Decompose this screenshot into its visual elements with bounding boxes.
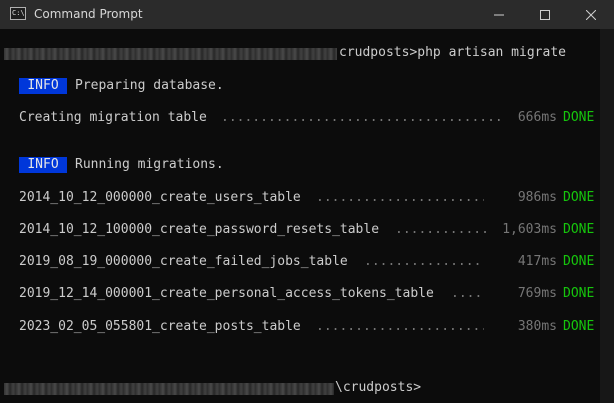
redacted-path bbox=[4, 383, 334, 395]
leader-dots: .............................. bbox=[316, 319, 484, 334]
info-message: Preparing database. bbox=[75, 78, 224, 93]
window-title: Command Prompt bbox=[34, 7, 143, 21]
info-badge: INFO bbox=[19, 78, 67, 94]
setup-step-line: Creating migration table ...............… bbox=[0, 109, 600, 127]
redacted-path bbox=[4, 48, 337, 60]
migration-duration: 1,603ms bbox=[502, 222, 557, 237]
minimize-button[interactable] bbox=[476, 0, 522, 29]
migration-status: DONE bbox=[563, 286, 595, 301]
step-name: Creating migration table bbox=[19, 110, 207, 125]
migration-duration: 986ms bbox=[517, 190, 557, 205]
cmd-icon: C:\ bbox=[10, 7, 26, 20]
close-button[interactable] bbox=[568, 0, 614, 29]
migration-name: 2014_10_12_000000_create_users_table bbox=[19, 190, 301, 205]
maximize-icon bbox=[540, 9, 550, 20]
migration-status: DONE bbox=[563, 190, 595, 205]
title-bar[interactable]: C:\ Command Prompt bbox=[0, 0, 614, 29]
maximize-button[interactable] bbox=[522, 0, 568, 29]
info-line-running: INFO Running migrations. bbox=[0, 156, 600, 174]
info-line-preparing: INFO Preparing database. bbox=[0, 77, 600, 95]
migration-duration: 417ms bbox=[517, 254, 557, 269]
migration-row: 2014_10_12_000000_create_users_table ...… bbox=[0, 189, 600, 207]
prompt-text: \crudposts> bbox=[335, 380, 422, 395]
migration-status: DONE bbox=[563, 319, 595, 334]
step-status: DONE bbox=[563, 110, 595, 125]
close-icon bbox=[586, 9, 596, 20]
migration-status: DONE bbox=[563, 222, 595, 237]
migration-row: 2014_10_12_100000_create_password_resets… bbox=[0, 221, 600, 239]
terminal-output[interactable]: crudposts>php artisan migrate INFO Prepa… bbox=[0, 29, 600, 403]
migration-name: 2019_12_14_000001_create_personal_access… bbox=[19, 286, 434, 301]
minimize-icon bbox=[494, 14, 504, 15]
migration-duration: 769ms bbox=[517, 286, 557, 301]
migration-name: 2019_08_19_000000_create_failed_jobs_tab… bbox=[19, 254, 348, 269]
leader-dots: ....... bbox=[451, 286, 485, 301]
migration-name: 2023_02_05_055801_create_posts_table bbox=[19, 319, 301, 334]
migration-status: DONE bbox=[563, 254, 595, 269]
command-text: crudposts>php artisan migrate bbox=[339, 45, 566, 60]
leader-dots: .................. bbox=[395, 222, 489, 237]
command-prompt-window: C:\ Command Prompt crudposts>php artisan… bbox=[0, 0, 614, 403]
migration-name: 2014_10_12_100000_create_password_resets… bbox=[19, 222, 380, 237]
migration-duration: 380ms bbox=[517, 319, 557, 334]
migration-row: 2019_08_19_000000_create_failed_jobs_tab… bbox=[0, 253, 600, 271]
info-badge: INFO bbox=[19, 157, 67, 173]
leader-dots: ...................... bbox=[364, 254, 484, 269]
migration-row: 2023_02_05_055801_create_posts_table ...… bbox=[0, 318, 600, 336]
leader-dots: .............................. bbox=[316, 190, 484, 205]
command-line: crudposts>php artisan migrate bbox=[0, 44, 600, 62]
vertical-scrollbar[interactable] bbox=[600, 29, 614, 403]
info-message: Running migrations. bbox=[75, 157, 224, 172]
step-duration: 666ms bbox=[517, 110, 557, 125]
migration-row: 2019_12_14_000001_create_personal_access… bbox=[0, 285, 600, 303]
leader-dots: ........................................… bbox=[221, 110, 504, 125]
final-prompt-line: \crudposts> bbox=[0, 379, 600, 397]
